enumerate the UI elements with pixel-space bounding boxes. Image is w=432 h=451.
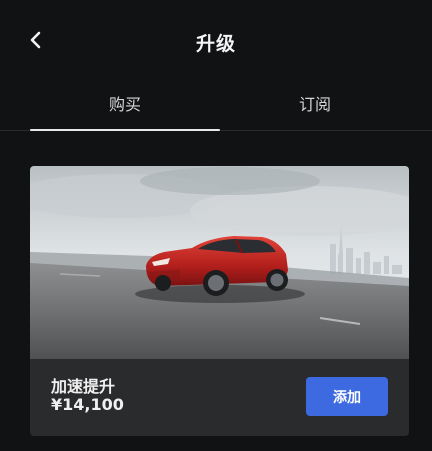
upgrade-card: 加速提升 ¥14,100 添加 (30, 166, 409, 436)
tab-bar: 购买 订阅 (0, 82, 432, 131)
page-title: 升级 (195, 33, 236, 55)
upgrade-name: 加速提升 (51, 377, 116, 396)
tab-subscription-label: 订阅 (298, 95, 331, 114)
upgrade-price: ¥14,100 (51, 395, 124, 414)
upgrade-info: 加速提升 ¥14,100 添加 (30, 359, 409, 436)
active-tab-indicator (30, 129, 220, 131)
tab-subscription[interactable]: 订阅 (220, 82, 410, 130)
tab-purchase-label: 购买 (108, 95, 141, 114)
header: 升级 (0, 0, 432, 82)
upgrade-image (30, 166, 409, 359)
add-button[interactable]: 添加 (306, 377, 388, 416)
tab-purchase[interactable]: 购买 (30, 82, 220, 131)
